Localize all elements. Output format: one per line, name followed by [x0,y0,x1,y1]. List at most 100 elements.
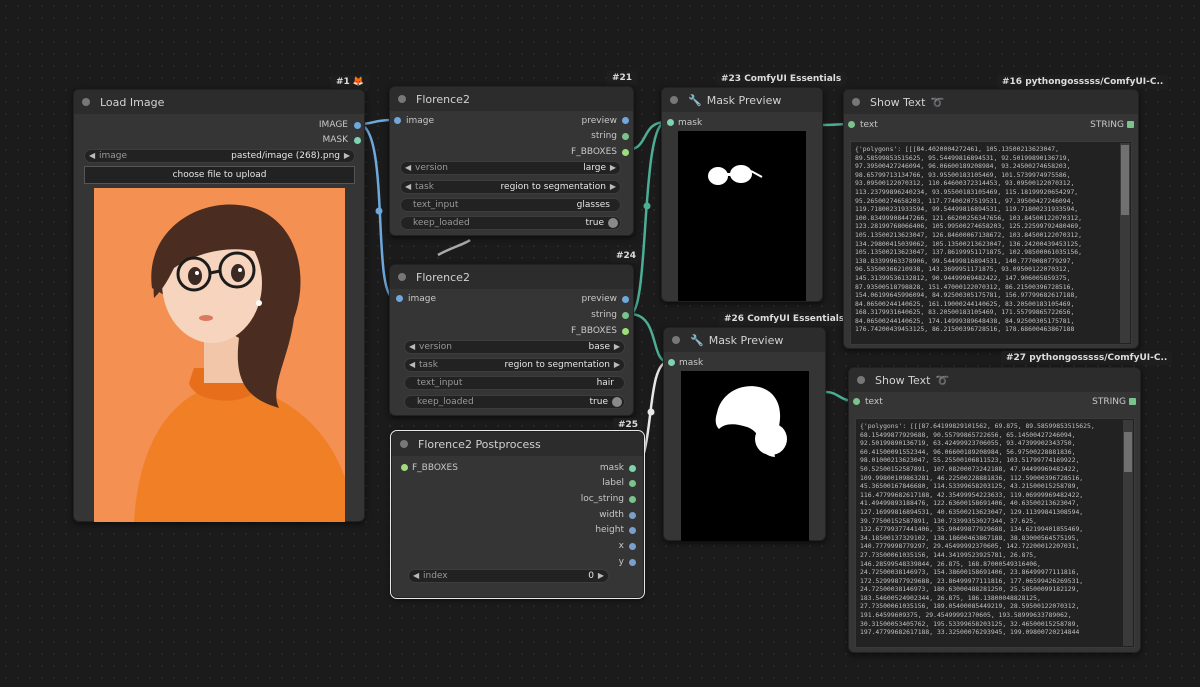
node-badge: #24 [611,249,642,263]
output-slot-mask[interactable] [629,465,636,472]
output-slot-string[interactable] [1127,121,1134,128]
task-combo[interactable]: ◀ task region to segmentation ▶ [404,358,625,372]
arrow-right-icon[interactable]: ▶ [610,162,616,174]
output-slot-loc-string[interactable] [629,496,636,503]
text-line: {'polygons': [[[84.4020004272461, 105.13… [855,145,1059,153]
output-slot-bboxes[interactable] [622,328,629,335]
task-combo[interactable]: ◀ task region to segmentation ▶ [400,180,621,194]
output-slot-width[interactable] [629,512,636,519]
output-slot-string[interactable] [622,312,629,319]
florence2-postprocess-node[interactable]: Florence2 Postprocess F_BBOXES mask labe… [390,430,645,599]
arrow-left-icon[interactable]: ◀ [405,181,411,193]
text-line: 93.09500122070312, 110.64600372314453, 9… [855,179,1075,188]
arrow-left-icon[interactable]: ◀ [409,341,415,353]
text-line: 116.47799682617188, 42.35499954223633, 1… [860,490,1084,499]
input-slot-text[interactable] [853,398,860,405]
arrow-right-icon[interactable]: ▶ [610,181,616,193]
upload-button[interactable]: choose file to upload [84,166,355,184]
collapse-dot[interactable] [857,376,865,384]
arrow-right-icon[interactable]: ▶ [614,341,620,353]
text-line: 100.83499908447266, 121.66200256347656, … [855,213,1083,222]
mask-preview-node-26[interactable]: 🔧 Mask Preview mask [663,327,826,541]
input-slot-mask[interactable] [667,119,674,126]
text-line: 84.06500244140625, 161.19000244140625, 8… [855,299,1075,308]
arrow-left-icon[interactable]: ◀ [409,359,415,371]
toggle-knob[interactable] [612,397,622,407]
output-slot-image[interactable] [354,122,361,129]
text-input-field[interactable]: text_input hair [404,376,625,390]
scrollbar-thumb[interactable] [1124,432,1132,472]
output-label-preview: preview [581,294,617,304]
keep-loaded-toggle[interactable]: keep_loaded true [404,395,625,409]
text-line: 95.26500274658203, 117.77400207519531, 9… [855,196,1075,205]
arrow-left-icon[interactable]: ◀ [413,570,419,582]
input-slot-image[interactable] [394,117,401,124]
arrow-right-icon[interactable]: ▶ [344,150,350,162]
output-slot-preview[interactable] [622,296,629,303]
text-line: 98.01000213623047, 55.25500106811523, 10… [860,456,1080,465]
output-slot-height[interactable] [629,527,636,534]
version-combo[interactable]: ◀ version large ▶ [400,161,621,175]
collapse-dot[interactable] [398,273,406,281]
input-slot-bboxes[interactable] [401,464,408,471]
index-number-widget[interactable]: ◀ index 0 ▶ [408,569,609,583]
text-output-area[interactable]: {'polygons': [[[84.4020004272461, 105.13… [850,141,1132,345]
version-combo[interactable]: ◀ version base ▶ [404,340,625,354]
mask-preview-node-23[interactable]: 🔧 Mask Preview mask [661,87,823,302]
scrollbar[interactable] [1120,143,1130,343]
text-line: 89.58599853515625, 95.54499816894531, 92… [855,153,1071,162]
image-combo-widget[interactable]: ◀ image pasted/image (268).png ▶ [84,149,355,163]
text-line: 39.77500152587891, 130.73399353027344, 3… [860,516,1037,525]
input-slot-image[interactable] [396,295,403,302]
image-preview [94,188,345,522]
arrow-right-icon[interactable]: ▶ [598,570,604,582]
output-label-loc-string: loc_string [580,494,624,504]
output-slot-preview[interactable] [622,117,629,124]
collapse-dot[interactable] [400,440,408,448]
arrow-right-icon[interactable]: ▶ [614,359,620,371]
collapse-dot[interactable] [398,95,406,103]
toggle-knob[interactable] [608,218,618,228]
text-line: 109.99800109863281, 46.22500228881836, 1… [860,473,1084,482]
collapse-dot[interactable] [672,336,680,344]
florence2-node-21[interactable]: Florence2 image preview string F_BBOXES … [389,86,634,236]
scrollbar-thumb[interactable] [1121,145,1129,215]
text-line: 105.13500213623047, 137.86199951171875, … [855,248,1083,257]
arrow-left-icon[interactable]: ◀ [89,150,95,162]
output-slot-y[interactable] [629,559,636,566]
output-label-bboxes: F_BBOXES [571,147,617,157]
hair-mask [715,386,787,457]
scrollbar[interactable] [1123,420,1133,646]
output-slot-string[interactable] [622,133,629,140]
arrow-left-icon[interactable]: ◀ [405,162,411,174]
output-slot-bboxes[interactable] [622,149,629,156]
text-line: 87.93500518798828, 151.47000122070312, 8… [855,282,1075,291]
show-text-node-27[interactable]: Show Text ➰ text STRING {'polygons': [[[8… [848,367,1141,653]
output-label-bboxes: F_BBOXES [571,326,617,336]
widget-label: task [419,360,438,370]
keep-loaded-toggle[interactable]: keep_loaded true [400,216,621,230]
input-slot-mask[interactable] [668,359,675,366]
node-title: Show Text [870,95,926,109]
input-slot-text[interactable] [848,121,855,128]
collapse-dot[interactable] [852,98,860,106]
collapse-dot[interactable] [82,98,90,106]
show-text-node-16[interactable]: Show Text ➰ text STRING {'polygons': [[[8… [843,89,1139,349]
output-label-x: x [618,541,624,551]
output-slot-label[interactable] [629,480,636,487]
text-input-field[interactable]: text_input glasses [400,198,621,212]
text-line: 145.31399536132812, 90.94499969482422, 1… [855,273,1071,282]
text-line: 191.64599609375, 29.45499992370605, 193.… [860,611,1072,620]
collapse-dot[interactable] [670,96,678,104]
output-slot-string[interactable] [1129,398,1136,405]
text-lines: {'polygons': [[[84.4020004272461, 105.13… [855,145,1117,334]
output-slot-x[interactable] [629,543,636,550]
text-output-area[interactable]: {'polygons': [[[87.64199829101562, 69.87… [855,418,1135,648]
output-slot-mask[interactable] [354,137,361,144]
load-image-node[interactable]: Load Image IMAGE MASK ◀ image pasted/ima… [73,89,365,522]
widget-value: region to segmentation [504,360,610,370]
widget-value: hair [596,378,614,388]
florence2-node-24[interactable]: Florence2 image preview string F_BBOXES … [389,264,634,416]
node-badge: #27 pythongosssss/ComfyUI-C.. [1001,351,1173,365]
node-badge: #23 ComfyUI Essentials [716,72,847,86]
